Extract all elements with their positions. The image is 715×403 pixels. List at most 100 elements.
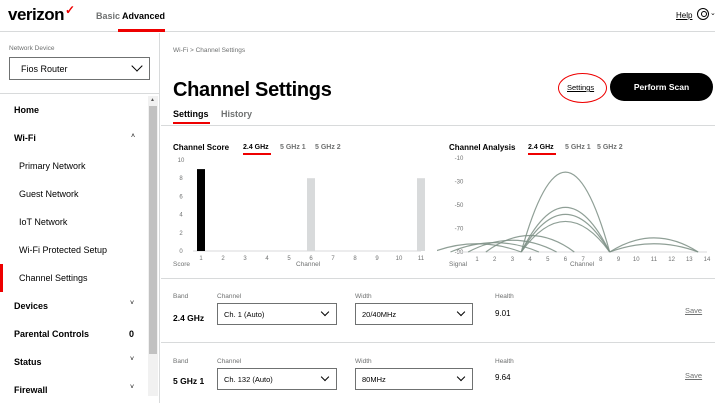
health-label: Health bbox=[495, 358, 514, 365]
save-link[interactable]: Save bbox=[685, 371, 702, 380]
analysis-y-tick: -10 bbox=[455, 156, 464, 162]
tab-history[interactable]: History bbox=[221, 109, 252, 119]
analysis-band-5ghz-1[interactable]: 5 GHz 1 bbox=[565, 144, 591, 151]
channel-analysis-title: Channel Analysis bbox=[449, 143, 516, 152]
signal-curve bbox=[520, 220, 611, 253]
user-menu-caret-icon[interactable]: ⌄ bbox=[710, 9, 715, 17]
score-y-tick: 10 bbox=[178, 158, 185, 164]
score-x-tick: 4 bbox=[265, 256, 269, 261]
verizon-logo[interactable]: verizon✓ bbox=[8, 3, 75, 25]
nav-basic-tab[interactable]: Basic bbox=[96, 11, 120, 21]
channel-select-value: Ch. 132 (Auto) bbox=[224, 375, 273, 384]
analysis-x-tick: 11 bbox=[651, 257, 658, 261]
analysis-x-tick: 8 bbox=[599, 257, 603, 261]
analysis-y-tick: -70 bbox=[455, 227, 464, 233]
sidebar-item-iot-network[interactable]: IoT Network bbox=[0, 208, 148, 236]
sidebar-divider bbox=[0, 93, 160, 94]
score-y-tick: 2 bbox=[179, 231, 183, 237]
width-select[interactable]: 20/40MHz bbox=[355, 303, 473, 325]
tab-settings[interactable]: Settings bbox=[173, 109, 209, 119]
nav-active-indicator bbox=[118, 29, 165, 32]
sidebar-item-wi-fi-protected-setup[interactable]: Wi-Fi Protected Setup bbox=[0, 236, 148, 264]
score-band-2-4ghz[interactable]: 2.4 GHz bbox=[243, 144, 269, 151]
score-y-tick: 6 bbox=[179, 194, 183, 200]
sidebar-item-devices[interactable]: Devices ˅ bbox=[0, 292, 148, 320]
top-bar: verizon✓ Basic Advanced Help ⌄ bbox=[0, 0, 715, 32]
settings-link[interactable]: Settings bbox=[567, 83, 594, 92]
score-x-tick: 2 bbox=[221, 256, 225, 261]
sidebar-item-parental-controls[interactable]: Parental Controls 0 bbox=[0, 320, 148, 348]
score-bar bbox=[417, 178, 425, 251]
sidebar-item-wi-fi[interactable]: Wi-Fi ˄ bbox=[0, 124, 148, 152]
user-icon[interactable] bbox=[697, 8, 709, 20]
network-device-select[interactable]: Fios Router bbox=[9, 57, 150, 80]
channel-score-chart: 02468101 2 3 4 5 6 7 8 9 10 11 bbox=[178, 158, 425, 261]
save-link[interactable]: Save bbox=[685, 306, 702, 315]
channel-label: Channel bbox=[217, 293, 242, 300]
breadcrumb[interactable]: Wi-Fi > Channel Settings bbox=[173, 47, 245, 54]
chevron-down-icon bbox=[320, 372, 330, 382]
analysis-axis-label: Signal bbox=[449, 261, 468, 268]
width-select-value: 80MHz bbox=[362, 375, 386, 384]
analysis-band-2-4ghz[interactable]: 2.4 GHz bbox=[528, 144, 554, 151]
analysis-x-tick: 9 bbox=[617, 257, 621, 261]
analysis-x-tick: 2 bbox=[493, 257, 497, 261]
score-x-tick: 9 bbox=[375, 256, 379, 261]
score-y-tick: 0 bbox=[179, 249, 183, 255]
score-band-5ghz-1[interactable]: 5 GHz 1 bbox=[280, 144, 306, 151]
sidebar-item-guest-network[interactable]: Guest Network bbox=[0, 180, 148, 208]
page-title: Channel Settings bbox=[173, 79, 332, 101]
score-axis-label: Score bbox=[173, 261, 190, 268]
score-bar bbox=[197, 169, 205, 251]
sidebar-item-label: Guest Network bbox=[19, 189, 79, 199]
sidebar-item-label: Parental Controls bbox=[14, 329, 90, 339]
chevron-down-icon bbox=[456, 307, 466, 317]
sidebar-item-home[interactable]: Home bbox=[0, 96, 148, 124]
chevron-down-icon: ˅ bbox=[130, 300, 135, 307]
band-label: Band bbox=[173, 358, 189, 365]
score-x-tick: 8 bbox=[353, 256, 357, 261]
sidebar-item-label: Home bbox=[14, 105, 40, 115]
score-x-tick: 10 bbox=[396, 256, 403, 261]
scroll-up-arrow-icon[interactable]: ▲ bbox=[150, 97, 155, 103]
analysis-band-5ghz-2[interactable]: 5 GHz 2 bbox=[597, 144, 623, 151]
sidebar-item-label: Firewall bbox=[14, 385, 48, 395]
signal-curve bbox=[437, 243, 522, 253]
sidebar-item-status[interactable]: Status ˅ bbox=[0, 348, 148, 376]
sidebar-item-channel-settings[interactable]: Channel Settings bbox=[0, 264, 148, 292]
analysis-channel-label: Channel bbox=[570, 261, 595, 268]
sidebar-item-label: Wi-Fi bbox=[14, 133, 36, 143]
help-link[interactable]: Help bbox=[676, 11, 692, 20]
device-select-value: Fios Router bbox=[21, 64, 68, 74]
analysis-x-tick: 6 bbox=[564, 257, 568, 261]
signal-curve bbox=[609, 237, 699, 253]
chevron-down-icon: ˅ bbox=[130, 356, 135, 363]
sidebar-item-primary-network[interactable]: Primary Network bbox=[0, 152, 148, 180]
width-label: Width bbox=[355, 358, 372, 365]
channel-select[interactable]: Ch. 1 (Auto) bbox=[217, 303, 337, 325]
sidebar-item-firewall[interactable]: Firewall ˅ bbox=[0, 376, 148, 403]
analysis-y-tick: -90 bbox=[455, 250, 464, 256]
sidebar-item-label: Wi-Fi Protected Setup bbox=[19, 245, 108, 255]
score-x-tick: 3 bbox=[243, 256, 247, 261]
sidebar-item-label: IoT Network bbox=[19, 217, 68, 227]
perform-scan-button[interactable]: Perform Scan bbox=[610, 73, 713, 101]
health-value: 9.64 bbox=[495, 373, 511, 382]
score-x-tick: 11 bbox=[418, 256, 425, 261]
sidebar-scroll-thumb[interactable] bbox=[149, 106, 157, 354]
chevron-down-icon bbox=[131, 60, 143, 72]
band-label: Band bbox=[173, 293, 189, 300]
channel-label: Channel bbox=[217, 358, 242, 365]
chevron-down-icon bbox=[456, 372, 466, 382]
main-content: Wi-Fi > Channel Settings Channel Setting… bbox=[161, 33, 715, 403]
width-select[interactable]: 80MHz bbox=[355, 368, 473, 390]
score-band-5ghz-2[interactable]: 5 GHz 2 bbox=[315, 144, 341, 151]
sidebar-item-label: Channel Settings bbox=[19, 273, 88, 283]
channel-select[interactable]: Ch. 132 (Auto) bbox=[217, 368, 337, 390]
nav-advanced-tab[interactable]: Advanced bbox=[122, 11, 165, 21]
analysis-x-tick: 10 bbox=[633, 257, 640, 261]
score-x-tick: 1 bbox=[199, 256, 203, 261]
band-value: 2.4 GHz bbox=[173, 313, 205, 323]
count-badge: 0 bbox=[129, 329, 135, 339]
analysis-x-tick: 4 bbox=[528, 257, 532, 261]
